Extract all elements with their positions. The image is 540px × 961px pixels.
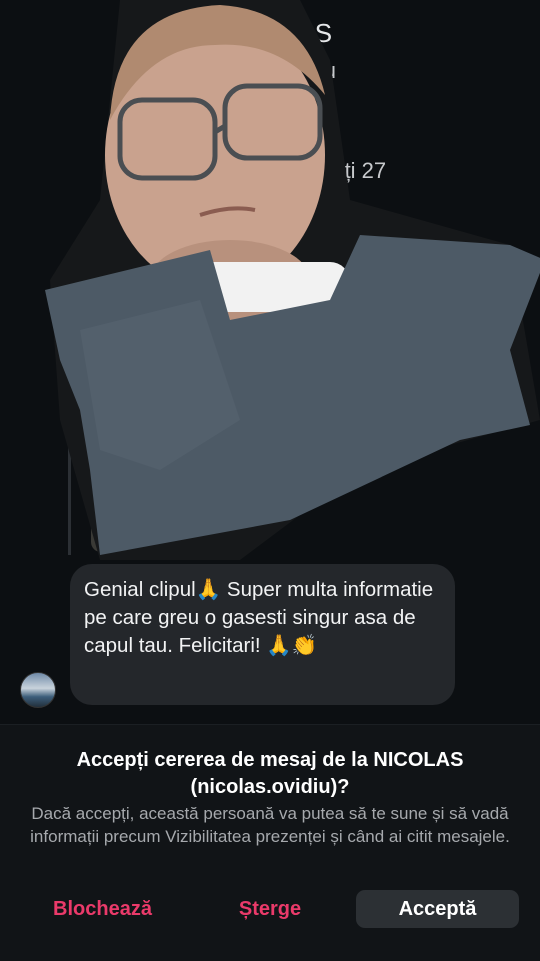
profile-note: te — [260, 126, 280, 151]
profile-mutual-followers: Urmărit de ade și alți 27 — [153, 158, 387, 183]
profile-stats: 13 postări — [221, 92, 319, 117]
shared-post-thumbnail[interactable] — [91, 380, 181, 552]
delete-button[interactable]: Șterge — [190, 890, 350, 928]
profile-username: nicolas.ovidiu — [203, 58, 337, 83]
message-text: Genial clipul🙏 Super multa informatie pe… — [84, 578, 434, 657]
profile-header: NICOLAS nicolas.ovidiu 13 postări te Urm… — [0, 0, 540, 220]
request-title: Accepți cererea de mesaj de la NICOLAS (… — [76, 749, 464, 798]
profile-name: NICOLAS — [205, 18, 335, 48]
request-description: Dacă accepți, această persoană va putea … — [30, 804, 510, 846]
neck-shape — [150, 240, 310, 320]
shared-post-reply[interactable] — [68, 380, 191, 555]
accept-button[interactable]: Acceptă — [356, 890, 519, 928]
message-bubble[interactable]: Genial clipul🙏 Super multa informatie pe… — [70, 564, 455, 705]
block-button[interactable]: Blochează — [20, 890, 185, 928]
tshirt-collar — [190, 262, 350, 312]
sender-avatar[interactable] — [20, 672, 56, 708]
thumbnail-detail — [91, 440, 111, 500]
